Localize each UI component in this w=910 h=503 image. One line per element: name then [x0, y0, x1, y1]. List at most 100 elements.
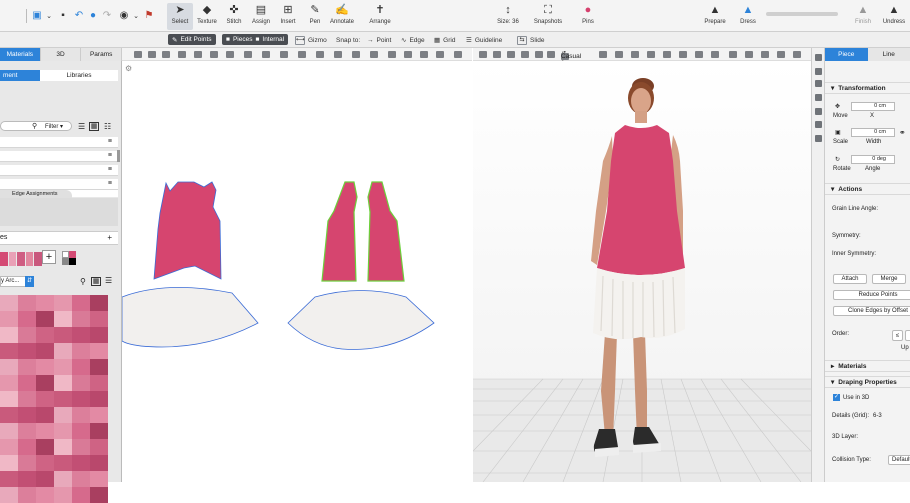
tab-params[interactable]: Params — [81, 48, 122, 61]
color-swatch[interactable] — [54, 407, 72, 423]
actions-section-header[interactable]: ▾Actions — [825, 183, 910, 195]
undo-icon[interactable]: ↶ — [72, 9, 86, 22]
undress-button[interactable]: ▲Undress — [880, 3, 908, 30]
color-chip[interactable] — [17, 252, 25, 266]
subtab-libraries[interactable]: Libraries — [40, 70, 118, 81]
grid-icon[interactable] — [815, 135, 822, 142]
color-chip[interactable] — [34, 252, 42, 266]
skirt-flounce-left-piece[interactable] — [122, 287, 258, 347]
view-tool-icon[interactable] — [679, 51, 687, 58]
gizmo-toggle[interactable]: ⟷Gizmo — [295, 34, 327, 46]
color-swatch[interactable] — [90, 487, 108, 503]
collision-type-dropdown[interactable]: Default — [888, 455, 910, 465]
color-swatch[interactable] — [54, 471, 72, 487]
history-icon[interactable]: ● — [86, 9, 100, 22]
view-tool-icon[interactable] — [507, 51, 515, 58]
view-tool-icon[interactable] — [777, 51, 785, 58]
color-swatch[interactable] — [54, 487, 72, 503]
link-icon[interactable]: ⚭ — [899, 128, 906, 137]
view-tool-icon[interactable] — [521, 51, 529, 58]
color-swatch[interactable] — [90, 471, 108, 487]
color-swatch[interactable] — [0, 471, 18, 487]
view-tool-icon[interactable] — [404, 51, 412, 58]
color-swatch[interactable] — [90, 295, 108, 311]
color-swatch[interactable] — [0, 343, 18, 359]
clone-edges-button[interactable]: Clone Edges by Offset — [833, 306, 910, 316]
view-tool-icon[interactable] — [793, 51, 801, 58]
view-tool-icon[interactable] — [615, 51, 623, 58]
pins-button[interactable]: ●Pins — [575, 3, 601, 30]
color-swatch[interactable] — [36, 471, 54, 487]
color-swatch[interactable] — [90, 359, 108, 375]
color-swatch[interactable] — [54, 359, 72, 375]
prepare-button[interactable]: ▲Prepare — [701, 3, 729, 30]
add-colorway-icon[interactable]: + — [107, 232, 112, 244]
reduce-points-button[interactable]: Reduce Points — [833, 290, 910, 300]
finish-button[interactable]: ▲Finish — [850, 3, 876, 30]
avatar-3d-view[interactable]: Casual 1 ⇵ — [473, 48, 811, 482]
color-swatch[interactable] — [72, 343, 90, 359]
color-swatch[interactable] — [18, 343, 36, 359]
select-tool-button[interactable]: ➤Select — [167, 3, 193, 30]
list-view-icon[interactable]: ☰ — [78, 122, 85, 131]
move-icon[interactable] — [815, 54, 822, 61]
grey-swatch[interactable] — [62, 258, 69, 265]
edge-assignments-tab[interactable]: Edge Assignments — [0, 190, 72, 198]
color-swatch[interactable] — [72, 439, 90, 455]
color-swatch[interactable] — [54, 375, 72, 391]
flag-icon[interactable]: ⚑ — [142, 9, 156, 22]
color-swatch[interactable] — [18, 359, 36, 375]
snap-grid-toggle[interactable]: ▦Grid — [434, 34, 455, 46]
black-swatch[interactable] — [69, 258, 76, 265]
color-swatch[interactable] — [54, 343, 72, 359]
color-swatch[interactable] — [54, 455, 72, 471]
color-swatch[interactable] — [90, 311, 108, 327]
color-swatch[interactable] — [54, 327, 72, 343]
color-chip[interactable] — [9, 252, 17, 266]
color-swatch[interactable] — [36, 439, 54, 455]
color-swatch[interactable] — [72, 407, 90, 423]
pattern-2d-view[interactable]: ⚙ — [122, 48, 472, 482]
view-tool-icon[interactable] — [226, 51, 234, 58]
list-view-icon[interactable]: ☰ — [105, 276, 112, 285]
view-tool-icon[interactable] — [148, 51, 156, 58]
scrollbar-thumb[interactable] — [117, 150, 120, 162]
view-tool-icon[interactable] — [745, 51, 753, 58]
texture-tool-button[interactable]: ◆Texture — [194, 3, 220, 30]
view-tool-icon[interactable] — [280, 51, 288, 58]
color-swatch[interactable] — [0, 391, 18, 407]
tab-3d[interactable]: 3D — [41, 48, 82, 61]
color-swatch[interactable] — [18, 471, 36, 487]
arrange-tool-button[interactable]: ✝Arrange — [367, 3, 393, 30]
column-view-icon[interactable]: ☷ — [104, 122, 111, 131]
materials-section-header[interactable]: ▸Materials — [825, 360, 910, 372]
color-swatch[interactable] — [18, 407, 36, 423]
tab-piece[interactable]: Piece — [825, 48, 868, 61]
color-swatch[interactable] — [0, 327, 18, 343]
add-color-button[interactable]: + — [42, 250, 56, 264]
grid-view-icon[interactable]: ▦ — [91, 277, 101, 286]
view-tool-icon[interactable] — [134, 51, 142, 58]
color-swatch[interactable] — [36, 311, 54, 327]
pink-swatch[interactable] — [69, 251, 76, 258]
attach-button[interactable]: Attach — [833, 274, 867, 284]
subtab-assignment[interactable]: ment — [0, 70, 40, 81]
dress-button[interactable]: ▲Dress — [735, 3, 761, 30]
list-item[interactable]: ≡ — [0, 179, 118, 190]
color-swatch[interactable] — [90, 327, 108, 343]
list-item[interactable]: ≡ — [0, 151, 118, 162]
color-chip[interactable] — [0, 252, 8, 266]
tab-materials[interactable]: Materials — [0, 48, 41, 61]
color-swatch[interactable] — [18, 295, 36, 311]
color-swatch[interactable] — [18, 327, 36, 343]
color-swatch[interactable] — [0, 487, 18, 503]
color-swatch[interactable] — [36, 423, 54, 439]
color-swatch[interactable] — [72, 423, 90, 439]
color-swatch[interactable] — [90, 343, 108, 359]
back-bodice-left-piece[interactable] — [322, 182, 357, 281]
color-swatch[interactable] — [72, 487, 90, 503]
chevron-down-icon[interactable]: ⌄ — [129, 9, 143, 22]
front-bodice-piece[interactable] — [154, 182, 221, 279]
color-swatch[interactable] — [72, 375, 90, 391]
tab-line[interactable]: Line — [868, 48, 910, 61]
